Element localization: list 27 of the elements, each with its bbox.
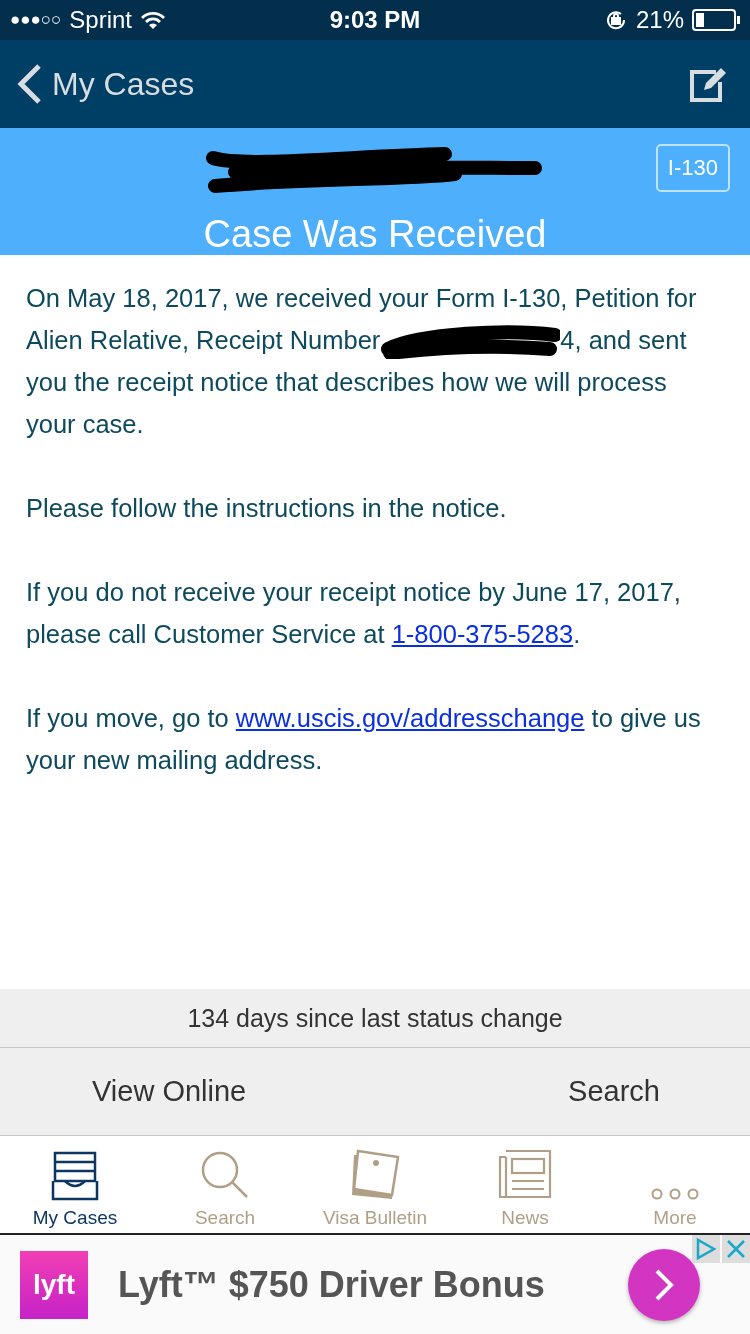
chevron-left-icon: [16, 63, 42, 105]
link[interactable]: www.uscis.gov/addresschange: [235, 704, 585, 732]
status-paragraph: Please follow the instructions in the notice.: [26, 493, 508, 524]
action-button[interactable]: View Online: [92, 1075, 247, 1108]
wifi-icon: [140, 10, 167, 30]
more-icon: [650, 1187, 700, 1201]
battery-percent: 21%: [635, 6, 684, 34]
edit-icon[interactable]: [690, 66, 728, 102]
case-status-title: Case Was Received: [203, 212, 547, 256]
newspaper-icon: [498, 1149, 552, 1201]
lyft-logo: lyft: [20, 1250, 88, 1319]
ad-text: Lyft™ $750 Driver Bonus: [118, 1263, 545, 1306]
form-type-badge: I-130: [655, 144, 730, 192]
days-since-change: 134 days since last status change: [187, 1003, 563, 1033]
inbox-tray-icon: [51, 1151, 99, 1201]
battery-icon: [692, 9, 740, 31]
link[interactable]: 1-800-375-5283: [391, 620, 574, 648]
signal-strength: ●●●○○: [10, 10, 62, 30]
action-button[interactable]: Search: [568, 1075, 660, 1108]
clock: 9:03 PM: [329, 6, 421, 34]
tab-item[interactable]: My Cases: [0, 1136, 150, 1233]
back-button[interactable]: My Cases: [16, 63, 195, 105]
status-paragraph: If you do not receive your receipt notice by June 17, 2017, please call Customer Service at 1-800-375-5283.: [26, 577, 682, 650]
status-paragraph: On May 18, 2017, we received your Form I-130, Petition for Alien Relative, Receipt Number 4, and sent you the receipt notice that describes how we will process your case.: [26, 283, 698, 440]
status-paragraph: If you move, go to www.uscis.gov/addresschange to give us your new mailing address.: [26, 703, 702, 776]
ad-arrow-button[interactable]: [628, 1249, 700, 1321]
carrier-name: Sprint: [69, 6, 133, 34]
